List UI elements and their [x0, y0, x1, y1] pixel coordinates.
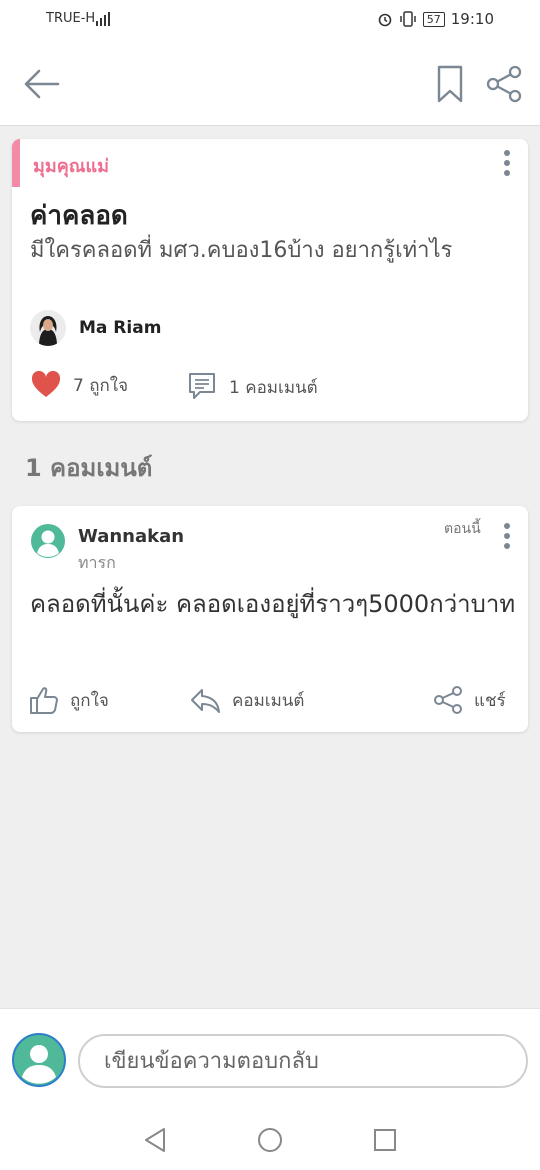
post-more-icon[interactable]: [495, 148, 519, 178]
commenter-name[interactable]: Wannakan: [78, 526, 184, 547]
signal-icon: [96, 10, 110, 26]
heart-icon[interactable]: [30, 369, 62, 399]
comment-card: Wannakan ทารก ตอนนี้ คลอดที่นั้นค่ะ คลอด…: [12, 506, 528, 732]
system-nav-bar: [0, 1110, 540, 1170]
post-title: ค่าคลอด: [30, 201, 128, 231]
user-avatar-icon: [12, 1033, 66, 1087]
back-arrow-icon[interactable]: [22, 66, 62, 102]
nav-home-icon[interactable]: [256, 1126, 284, 1154]
status-right: 57 19:10: [377, 10, 494, 28]
reply-bar: [0, 1008, 540, 1110]
comment-more-icon[interactable]: [495, 521, 519, 551]
status-bar: TRUE-H 57 19:10: [0, 0, 540, 40]
comment-share-button[interactable]: แชร์: [432, 684, 506, 716]
post-body: มีใครคลอดที่ มศว.คบอง16บ้าง อยากรู้เท่าไ…: [30, 238, 453, 263]
category-accent: [12, 139, 20, 187]
comment-reply-button[interactable]: คอมเมนต์: [190, 684, 304, 716]
share-icon: [434, 686, 462, 714]
carrier-name: TRUE-H: [46, 11, 96, 26]
post-card: มุมคุณแม่ ค่าคลอด มีใครคลอดที่ มศว.คบอง1…: [12, 139, 528, 421]
clock: 19:10: [450, 10, 494, 28]
app-bar: [0, 40, 540, 126]
battery-indicator: 57: [422, 11, 445, 27]
comments-heading: 1 คอมเมนต์: [25, 454, 153, 482]
nav-recent-icon[interactable]: [372, 1127, 398, 1153]
bookmark-icon[interactable]: [436, 64, 464, 104]
share-icon[interactable]: [484, 64, 524, 104]
comment-reply-label: คอมเมนต์: [232, 690, 305, 711]
post-author[interactable]: Ma Riam: [79, 318, 161, 338]
thumbs-up-icon: [30, 687, 58, 714]
comment-like-button[interactable]: ถูกใจ: [28, 684, 109, 716]
alarm-icon: [378, 13, 392, 27]
comment-icon[interactable]: [186, 370, 218, 402]
commenter-subtitle: ทารก: [78, 553, 116, 572]
reply-input[interactable]: [78, 1034, 528, 1088]
comment-like-label: ถูกใจ: [70, 690, 109, 711]
comment-share-label: แชร์: [474, 690, 506, 711]
comment-text: คลอดที่นั้นค่ะ คลอดเองอยู่ที่ราวๆ5000กว่…: [30, 590, 516, 618]
post-category[interactable]: มุมคุณแม่: [33, 151, 109, 180]
reply-icon: [191, 689, 220, 713]
vibrate-icon: [400, 11, 416, 27]
author-avatar[interactable]: [30, 310, 66, 346]
nav-back-icon[interactable]: [142, 1126, 168, 1154]
post-likes[interactable]: 7 ถูกใจ: [73, 372, 128, 399]
comment-time: ตอนนี้: [444, 521, 481, 537]
post-comments-count[interactable]: 1 คอมเมนต์: [229, 374, 318, 401]
commenter-avatar-icon[interactable]: [31, 524, 65, 558]
